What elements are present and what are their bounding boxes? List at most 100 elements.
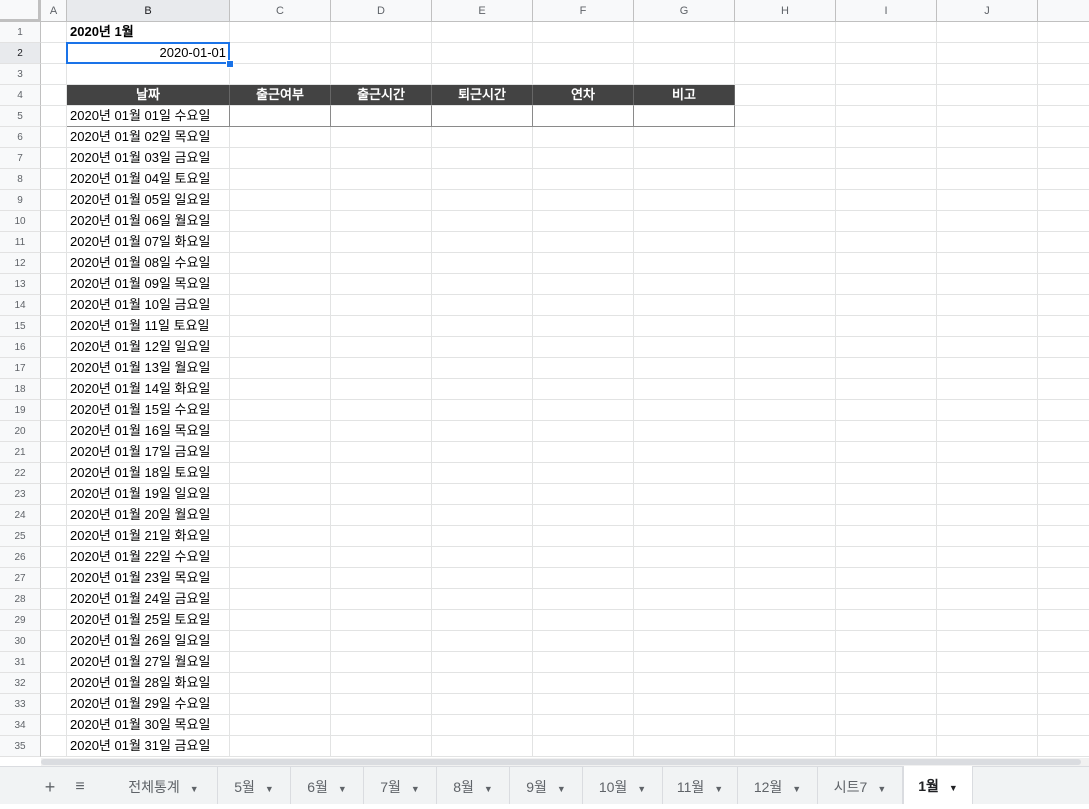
cell[interactable] bbox=[634, 232, 735, 253]
date-cell[interactable]: 2020년 01월 27일 월요일 bbox=[67, 652, 230, 673]
cell[interactable] bbox=[41, 421, 67, 442]
cell[interactable] bbox=[432, 127, 533, 148]
cell[interactable] bbox=[836, 484, 937, 505]
cell[interactable] bbox=[1038, 715, 1089, 736]
cell[interactable] bbox=[735, 526, 836, 547]
cell[interactable] bbox=[836, 274, 937, 295]
table-header-cell[interactable]: 날짜 bbox=[67, 85, 230, 106]
row-header[interactable]: 6 bbox=[0, 127, 41, 148]
date-cell[interactable]: 2020년 01월 22일 수요일 bbox=[67, 547, 230, 568]
cell[interactable] bbox=[634, 358, 735, 379]
cell[interactable] bbox=[41, 379, 67, 400]
cell[interactable] bbox=[432, 568, 533, 589]
cell[interactable] bbox=[735, 211, 836, 232]
cell[interactable] bbox=[230, 169, 331, 190]
cell[interactable] bbox=[937, 526, 1038, 547]
cell[interactable] bbox=[1038, 127, 1089, 148]
cell[interactable] bbox=[937, 379, 1038, 400]
cell[interactable] bbox=[41, 484, 67, 505]
cell[interactable] bbox=[836, 43, 937, 64]
cell[interactable] bbox=[230, 505, 331, 526]
sheet-tab[interactable]: 9월 ▼ bbox=[510, 767, 583, 804]
table-header-cell[interactable]: 비고 bbox=[634, 85, 735, 106]
cell[interactable] bbox=[937, 610, 1038, 631]
row-header[interactable]: 33 bbox=[0, 694, 41, 715]
cell[interactable] bbox=[735, 190, 836, 211]
cell[interactable] bbox=[331, 64, 432, 85]
cell[interactable] bbox=[735, 547, 836, 568]
date-cell[interactable]: 2020년 01월 14일 화요일 bbox=[67, 379, 230, 400]
table-header-cell[interactable]: 출근시간 bbox=[331, 85, 432, 106]
cell[interactable] bbox=[937, 295, 1038, 316]
cell[interactable] bbox=[1038, 694, 1089, 715]
select-all-corner[interactable] bbox=[0, 0, 41, 22]
caret-down-icon[interactable]: ▼ bbox=[557, 784, 566, 794]
cell[interactable] bbox=[331, 715, 432, 736]
cell[interactable] bbox=[836, 337, 937, 358]
column-header-c[interactable]: C bbox=[230, 0, 331, 22]
cell[interactable] bbox=[230, 421, 331, 442]
cell[interactable] bbox=[533, 253, 634, 274]
cell[interactable] bbox=[41, 106, 67, 127]
cell[interactable] bbox=[836, 736, 937, 757]
date-cell[interactable]: 2020년 01월 17일 금요일 bbox=[67, 442, 230, 463]
cell[interactable] bbox=[1038, 610, 1089, 631]
cell[interactable] bbox=[331, 190, 432, 211]
cell[interactable] bbox=[533, 715, 634, 736]
cell[interactable] bbox=[634, 589, 735, 610]
row-header[interactable]: 23 bbox=[0, 484, 41, 505]
cell[interactable] bbox=[230, 127, 331, 148]
row-header[interactable]: 28 bbox=[0, 589, 41, 610]
cell[interactable] bbox=[432, 43, 533, 64]
column-header-a[interactable]: A bbox=[41, 0, 67, 22]
spreadsheet-grid[interactable]: A B C D E F G H I J 1 2020년 1월 2 2020-01-01 3 4 날짜 출근여부 출근… bbox=[0, 0, 1089, 758]
cell[interactable] bbox=[836, 715, 937, 736]
cell[interactable] bbox=[836, 610, 937, 631]
cell[interactable] bbox=[533, 694, 634, 715]
cell[interactable] bbox=[735, 694, 836, 715]
cell[interactable] bbox=[735, 505, 836, 526]
cell[interactable] bbox=[836, 673, 937, 694]
column-header-f[interactable]: F bbox=[533, 0, 634, 22]
cell[interactable] bbox=[432, 652, 533, 673]
cell[interactable] bbox=[836, 190, 937, 211]
table-header-cell[interactable]: 퇴근시간 bbox=[432, 85, 533, 106]
cell[interactable] bbox=[735, 484, 836, 505]
cell[interactable] bbox=[634, 526, 735, 547]
date-cell[interactable]: 2020년 01월 10일 금요일 bbox=[67, 295, 230, 316]
column-header-overflow[interactable] bbox=[1038, 0, 1089, 22]
date-cell[interactable]: 2020년 01월 28일 화요일 bbox=[67, 673, 230, 694]
caret-down-icon[interactable]: ▼ bbox=[265, 784, 274, 794]
cell[interactable] bbox=[41, 253, 67, 274]
cell[interactable] bbox=[735, 421, 836, 442]
date-cell[interactable]: 2020년 01월 15일 수요일 bbox=[67, 400, 230, 421]
sheet-tab[interactable]: 11월 ▼ bbox=[663, 767, 738, 804]
cell[interactable] bbox=[1038, 232, 1089, 253]
cell[interactable] bbox=[533, 526, 634, 547]
cell[interactable] bbox=[41, 673, 67, 694]
cell[interactable] bbox=[836, 463, 937, 484]
cell[interactable] bbox=[634, 484, 735, 505]
cell[interactable] bbox=[331, 652, 432, 673]
cell[interactable] bbox=[230, 736, 331, 757]
cell[interactable] bbox=[1038, 274, 1089, 295]
cell[interactable] bbox=[937, 232, 1038, 253]
caret-down-icon[interactable]: ▼ bbox=[338, 784, 347, 794]
cell[interactable] bbox=[41, 85, 67, 106]
cell[interactable] bbox=[735, 337, 836, 358]
cell[interactable] bbox=[432, 64, 533, 85]
cell[interactable] bbox=[533, 295, 634, 316]
cell[interactable] bbox=[432, 673, 533, 694]
caret-down-icon[interactable]: ▼ bbox=[637, 784, 646, 794]
cell[interactable] bbox=[634, 43, 735, 64]
row-header[interactable]: 9 bbox=[0, 190, 41, 211]
cell[interactable] bbox=[634, 253, 735, 274]
row-header[interactable]: 35 bbox=[0, 736, 41, 757]
cell[interactable] bbox=[432, 547, 533, 568]
cell[interactable] bbox=[937, 148, 1038, 169]
date-cell[interactable]: 2020년 01월 11일 토요일 bbox=[67, 316, 230, 337]
month-title-cell[interactable]: 2020년 1월 bbox=[67, 22, 230, 43]
cell[interactable] bbox=[230, 673, 331, 694]
cell[interactable] bbox=[735, 589, 836, 610]
cell[interactable] bbox=[533, 736, 634, 757]
